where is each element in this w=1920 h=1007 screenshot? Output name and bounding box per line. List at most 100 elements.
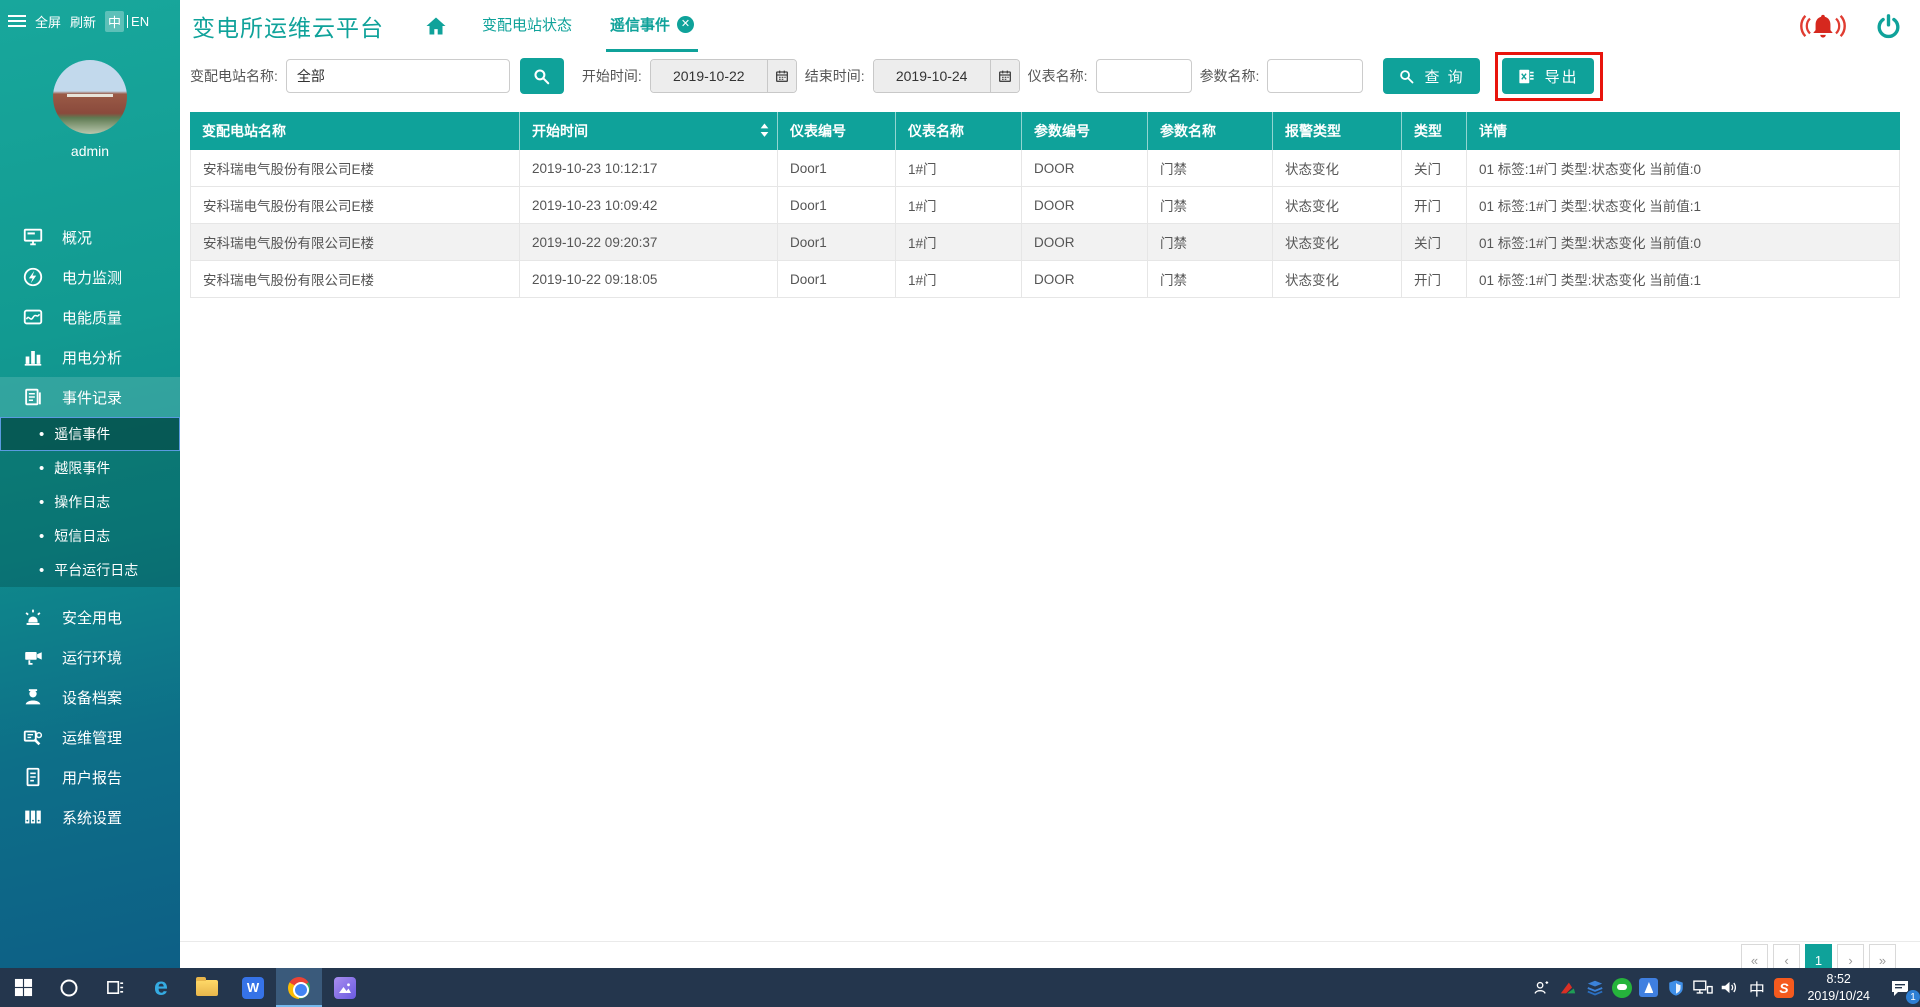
lang-zh[interactable]: 中: [105, 11, 124, 32]
sidebar-subitem[interactable]: •操作日志: [0, 485, 180, 519]
sidebar-subitem[interactable]: •越限事件: [0, 451, 180, 485]
table-cell: 2019-10-23 10:09:42: [520, 187, 778, 224]
sidebar-item[interactable]: 设备档案: [0, 677, 180, 717]
start-time-label: 开始时间:: [582, 66, 642, 86]
end-date-box: [873, 59, 1020, 93]
photos-icon[interactable]: [322, 968, 368, 1007]
sidebar-item[interactable]: 运行环境: [0, 637, 180, 677]
electricity-analysis-icon: [22, 346, 44, 368]
sidebar-item-label: 电能质量: [62, 307, 122, 328]
sidebar-item[interactable]: 运维管理: [0, 717, 180, 757]
tab-close-icon[interactable]: ✕: [677, 16, 694, 33]
query-button[interactable]: 查 询: [1383, 58, 1479, 94]
bullet-icon: •: [39, 528, 44, 545]
table-cell: 关门: [1402, 150, 1467, 187]
sort-icon[interactable]: [760, 123, 769, 138]
param-name-input[interactable]: [1267, 59, 1363, 93]
table-cell: DOOR: [1022, 150, 1148, 187]
tab-bar: 变配电站状态 遥信事件 ✕: [424, 0, 698, 52]
tray-stack-icon[interactable]: [1581, 968, 1608, 1007]
main-area: 变电所运维云平台 变配电站状态 遥信事件 ✕: [180, 0, 1920, 968]
tray-drive-icon[interactable]: [1635, 968, 1662, 1007]
wps-icon[interactable]: W: [230, 968, 276, 1007]
station-search-button[interactable]: [520, 58, 564, 94]
network-icon[interactable]: [1689, 968, 1716, 1007]
meter-name-input[interactable]: [1096, 59, 1192, 93]
sidebar-item[interactable]: 用电分析: [0, 337, 180, 377]
start-calendar-icon[interactable]: [767, 60, 796, 92]
column-header: 仪表名称: [896, 112, 1022, 150]
fullscreen-button[interactable]: 全屏: [35, 12, 61, 31]
sidebar-subitem-label: 越限事件: [54, 458, 110, 478]
column-header: 变配电站名称: [190, 112, 520, 150]
export-button[interactable]: 导出: [1502, 58, 1594, 94]
tray-app-red-icon[interactable]: [1554, 968, 1581, 1007]
home-icon[interactable]: [424, 14, 448, 38]
filter-bar: 变配电站名称: 开始时间: 结束时间: 仪表名称: 参数名称: 查 询: [180, 52, 1920, 100]
sidebar-subitem[interactable]: •遥信事件: [0, 417, 180, 451]
end-date-input[interactable]: [874, 60, 990, 92]
chrome-icon[interactable]: [276, 968, 322, 1007]
taskbar-clock[interactable]: 8:52 2019/10/24: [1797, 971, 1880, 1005]
tab-inactive[interactable]: 变配电站状态: [478, 0, 576, 52]
om-management-icon: [22, 726, 44, 748]
sidebar-item[interactable]: 安全用电: [0, 597, 180, 637]
start-date-input[interactable]: [651, 60, 767, 92]
table-cell: 状态变化: [1273, 150, 1402, 187]
tray-chat-icon[interactable]: [1608, 968, 1635, 1007]
hamburger-menu-icon[interactable]: [8, 15, 26, 27]
table-cell: 安科瑞电气股份有限公司E楼: [190, 224, 520, 261]
start-button[interactable]: [0, 968, 46, 1007]
user-avatar[interactable]: [53, 60, 127, 134]
table-cell: 门禁: [1148, 224, 1273, 261]
sidebar-item[interactable]: 系统设置: [0, 797, 180, 837]
power-icon[interactable]: [1875, 13, 1902, 40]
table-cell: 01 标签:1#门 类型:状态变化 当前值:0: [1467, 224, 1900, 261]
sidebar-item[interactable]: 用户报告: [0, 757, 180, 797]
table-cell: Door1: [778, 150, 896, 187]
ime-icon[interactable]: 中: [1743, 968, 1770, 1007]
station-input[interactable]: [286, 59, 510, 93]
column-header: 类型: [1402, 112, 1467, 150]
sidebar-subitem[interactable]: •短信日志: [0, 519, 180, 553]
sidebar-item[interactable]: 电力监测: [0, 257, 180, 297]
table-row[interactable]: 安科瑞电气股份有限公司E楼2019-10-23 10:12:17Door11#门…: [190, 150, 1900, 187]
sidebar-subitem[interactable]: •平台运行日志: [0, 553, 180, 587]
clock-time: 8:52: [1807, 971, 1870, 988]
notification-center-icon[interactable]: 1: [1880, 968, 1920, 1007]
tray-shield-icon[interactable]: [1662, 968, 1689, 1007]
table-cell: Door1: [778, 224, 896, 261]
volume-icon[interactable]: [1716, 968, 1743, 1007]
tab-label: 遥信事件: [610, 14, 670, 35]
column-header[interactable]: 开始时间: [520, 112, 778, 150]
end-calendar-icon[interactable]: [990, 60, 1019, 92]
table-row[interactable]: 安科瑞电气股份有限公司E楼2019-10-22 09:18:05Door11#门…: [190, 261, 1900, 298]
page-title: 变电所运维云平台: [180, 9, 384, 43]
tab-label: 变配电站状态: [482, 14, 572, 35]
sidebar-item[interactable]: 事件记录: [0, 377, 180, 417]
sidebar-item[interactable]: 电能质量: [0, 297, 180, 337]
table-row[interactable]: 安科瑞电气股份有限公司E楼2019-10-23 10:09:42Door11#门…: [190, 187, 1900, 224]
table-cell: 1#门: [896, 224, 1022, 261]
edge-icon[interactable]: e: [138, 968, 184, 1007]
alarm-bell-icon[interactable]: [1797, 10, 1849, 42]
sidebar-subitem-label: 操作日志: [54, 492, 110, 512]
table-cell: 1#门: [896, 261, 1022, 298]
refresh-button[interactable]: 刷新: [70, 12, 96, 31]
bullet-icon: •: [39, 426, 44, 443]
column-header-label: 仪表名称: [908, 121, 964, 141]
task-view-icon[interactable]: [92, 968, 138, 1007]
people-icon[interactable]: [1527, 968, 1554, 1007]
operating-environment-icon: [22, 646, 44, 668]
cortana-icon[interactable]: [46, 968, 92, 1007]
sidebar-item[interactable]: 概况: [0, 217, 180, 257]
table-cell: 开门: [1402, 261, 1467, 298]
notification-badge: 1: [1905, 989, 1920, 1005]
language-toggle[interactable]: 中 EN: [105, 11, 149, 32]
lang-en[interactable]: EN: [131, 14, 149, 29]
table-row[interactable]: 安科瑞电气股份有限公司E楼2019-10-22 09:20:37Door11#门…: [190, 224, 1900, 261]
tab-active[interactable]: 遥信事件 ✕: [606, 0, 698, 52]
sogou-icon[interactable]: S: [1770, 968, 1797, 1007]
start-date-box: [650, 59, 797, 93]
file-explorer-icon[interactable]: [184, 968, 230, 1007]
